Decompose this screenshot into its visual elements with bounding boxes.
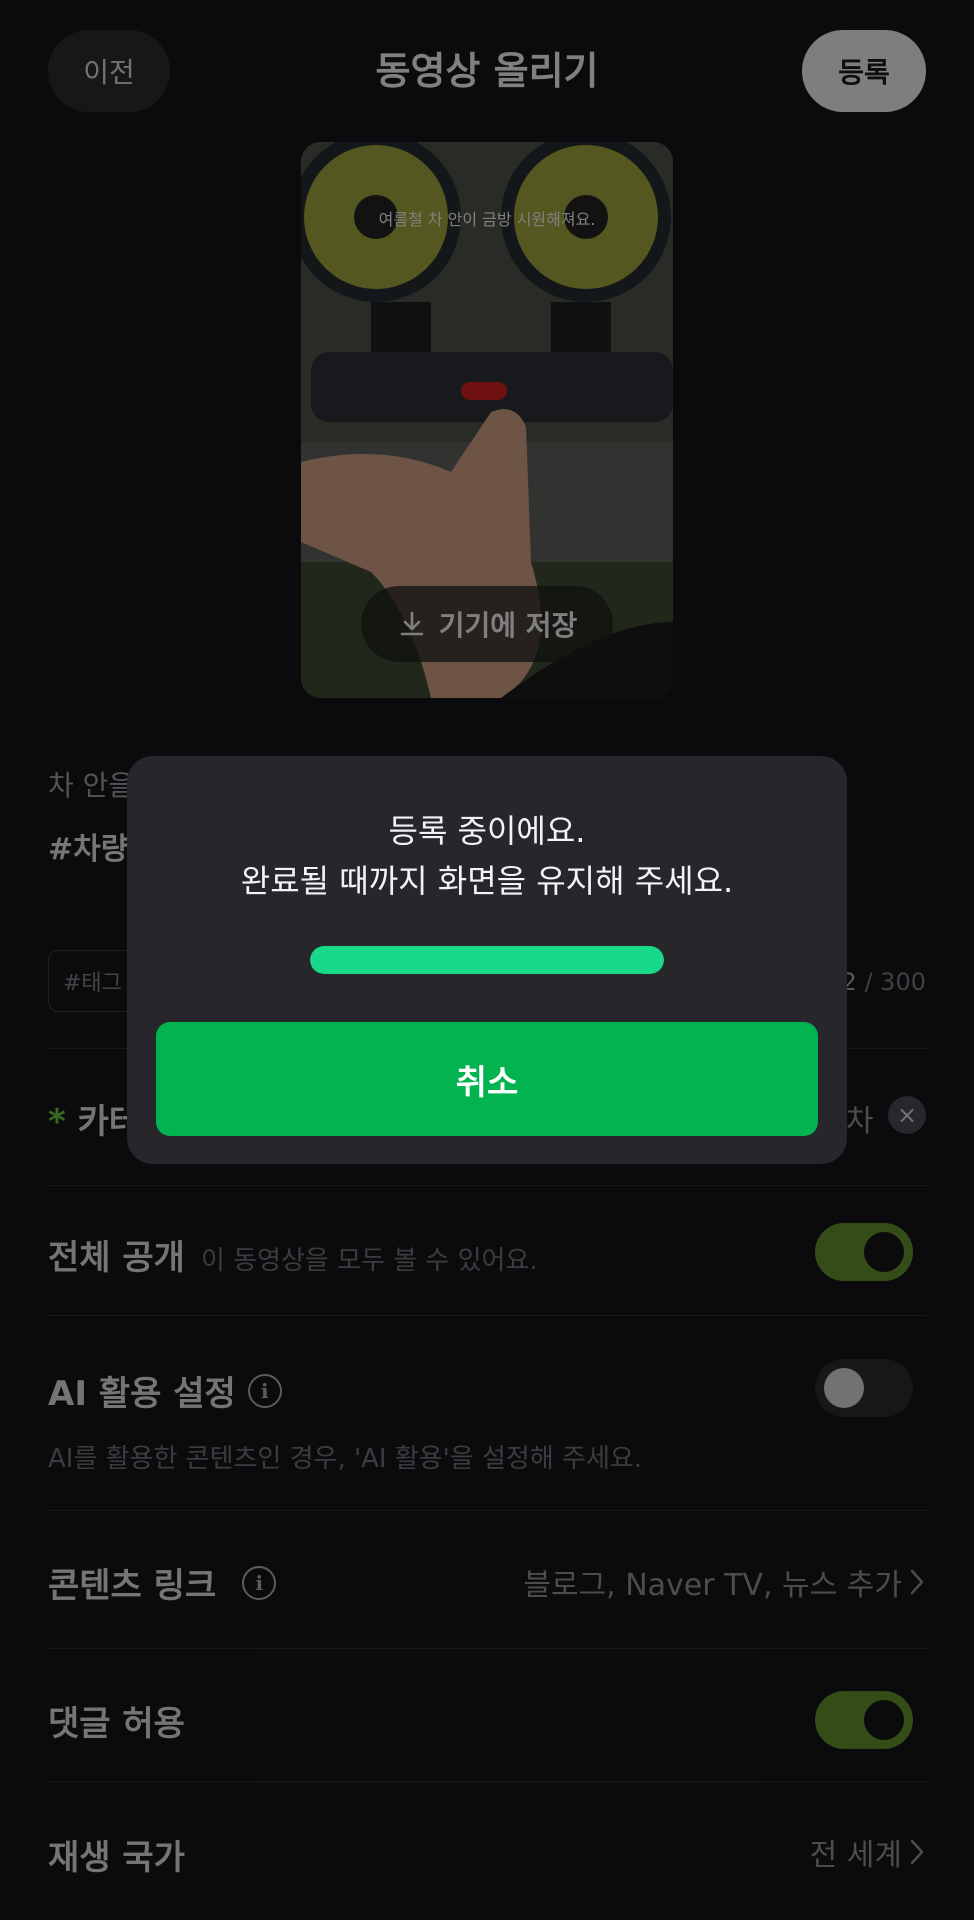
progress-fill xyxy=(310,946,664,974)
upload-progress-dialog: 등록 중이에요. 완료될 때까지 화면을 유지해 주세요. 취소 xyxy=(127,756,847,1164)
dialog-message: 등록 중이에요. 완료될 때까지 화면을 유지해 주세요. xyxy=(127,806,847,906)
dialog-line-2: 완료될 때까지 화면을 유지해 주세요. xyxy=(240,862,734,900)
dialog-line-1: 등록 중이에요. xyxy=(388,812,586,850)
cancel-button[interactable]: 취소 xyxy=(156,1022,818,1136)
progress-bar xyxy=(310,946,664,974)
